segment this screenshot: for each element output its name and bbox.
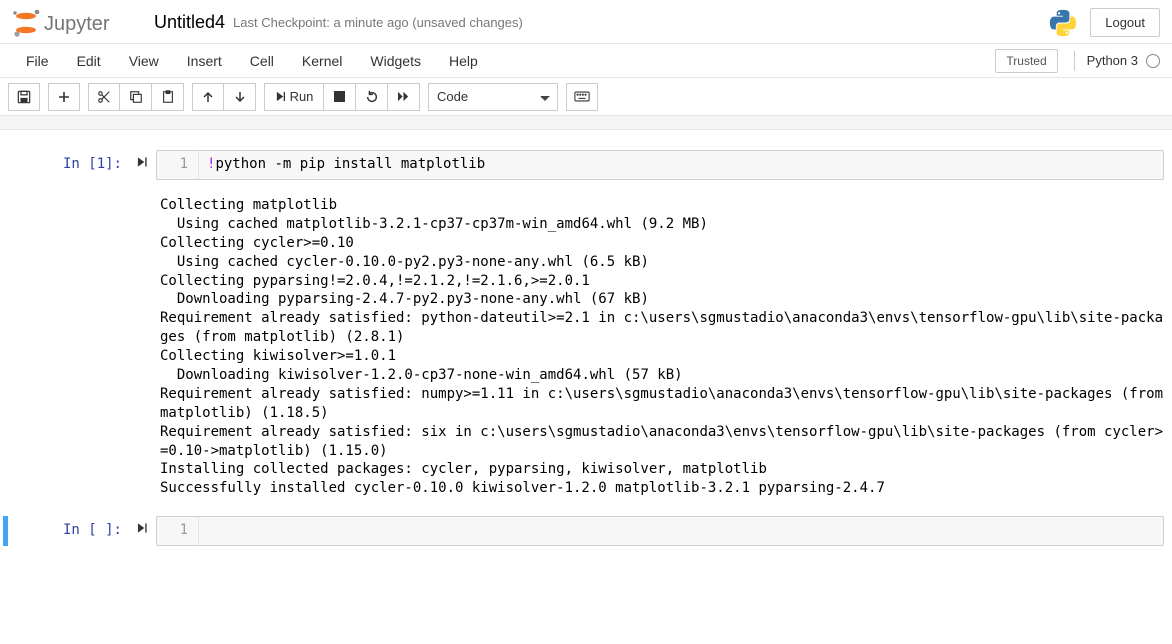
code-input[interactable]: 1 xyxy=(156,516,1164,546)
paste-icon xyxy=(161,90,175,104)
restart-run-all-button[interactable] xyxy=(388,83,420,111)
menu-help[interactable]: Help xyxy=(435,47,492,75)
code-text[interactable]: !python -m pip install matplotlib xyxy=(199,151,493,179)
jupyter-wordmark: Jupyter xyxy=(44,13,110,35)
move-up-button[interactable] xyxy=(192,83,224,111)
python-logo-icon xyxy=(1048,8,1078,38)
menu-insert[interactable]: Insert xyxy=(173,47,236,75)
save-button[interactable] xyxy=(8,83,40,111)
keyboard-icon xyxy=(574,91,590,102)
toolbar: Run Code xyxy=(0,78,1172,116)
cell-type-select[interactable]: Code xyxy=(428,83,558,111)
stop-icon xyxy=(334,91,345,102)
trusted-indicator[interactable]: Trusted xyxy=(995,49,1057,73)
run-icon xyxy=(275,91,286,102)
arrow-down-icon xyxy=(234,91,246,103)
notebook-area: In [1]: 1 !python -m pip install matplot… xyxy=(0,130,1172,582)
arrow-up-icon xyxy=(202,91,214,103)
menu-edit[interactable]: Edit xyxy=(63,47,115,75)
restart-button[interactable] xyxy=(356,83,388,111)
run-label: Run xyxy=(290,89,314,104)
menu-kernel[interactable]: Kernel xyxy=(288,47,356,75)
input-prompt: In [ ]: xyxy=(63,522,122,546)
move-down-button[interactable] xyxy=(224,83,256,111)
scissors-icon xyxy=(97,90,111,104)
run-button[interactable]: Run xyxy=(264,83,324,111)
input-prompt: In [1]: xyxy=(63,156,122,180)
menu-view[interactable]: View xyxy=(115,47,173,75)
checkpoint-text: Last Checkpoint: a minute ago (unsaved c… xyxy=(233,15,523,30)
plus-icon xyxy=(58,91,70,103)
kernel-name[interactable]: Python 3 xyxy=(1087,53,1138,68)
jupyter-logo[interactable]: Jupyter xyxy=(12,8,140,38)
header: Jupyter Untitled4 Last Checkpoint: a min… xyxy=(0,0,1172,44)
paste-button[interactable] xyxy=(152,83,184,111)
notebook-title[interactable]: Untitled4 xyxy=(154,12,225,33)
menu-file[interactable]: File xyxy=(12,47,63,75)
command-palette-button[interactable] xyxy=(566,83,598,111)
copy-icon xyxy=(129,90,143,104)
code-input[interactable]: 1 !python -m pip install matplotlib xyxy=(156,150,1164,180)
run-cell-icon[interactable] xyxy=(137,156,148,171)
cut-button[interactable] xyxy=(88,83,120,111)
restart-icon xyxy=(365,90,379,104)
code-cell[interactable]: In [ ]: 1 xyxy=(3,516,1164,546)
add-cell-button[interactable] xyxy=(48,83,80,111)
menubar: File Edit View Insert Cell Kernel Widget… xyxy=(0,44,1172,78)
line-number: 1 xyxy=(157,517,199,545)
logout-button[interactable]: Logout xyxy=(1090,8,1160,37)
copy-button[interactable] xyxy=(120,83,152,111)
interrupt-button[interactable] xyxy=(324,83,356,111)
line-number: 1 xyxy=(157,151,199,179)
divider-strip xyxy=(0,116,1172,130)
fast-forward-icon xyxy=(397,91,410,102)
kernel-idle-icon xyxy=(1146,54,1160,68)
cell-output: Collecting matplotlib Using cached matpl… xyxy=(156,186,1164,498)
code-cell[interactable]: In [1]: 1 !python -m pip install matplot… xyxy=(8,150,1164,180)
menu-cell[interactable]: Cell xyxy=(236,47,288,75)
code-text[interactable] xyxy=(199,517,215,545)
save-icon xyxy=(17,90,31,104)
run-cell-icon[interactable] xyxy=(137,522,148,537)
menu-widgets[interactable]: Widgets xyxy=(356,47,435,75)
